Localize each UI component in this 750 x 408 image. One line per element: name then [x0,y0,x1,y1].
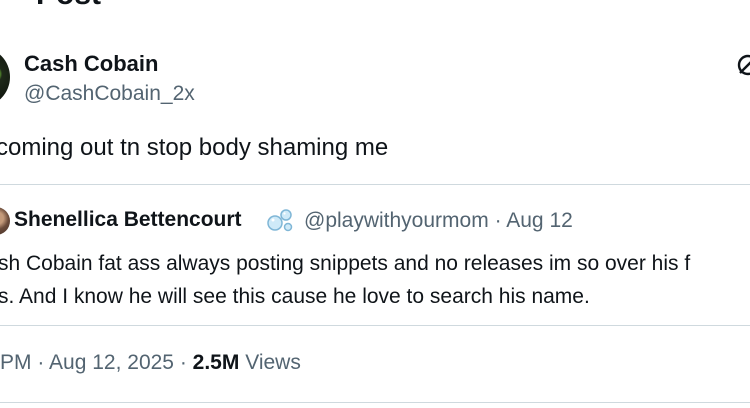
author-name[interactable]: Cash Cobain [24,51,158,77]
views-label[interactable]: Views [245,351,301,374]
views-count[interactable]: 2.5M [193,351,240,374]
quoted-author-handle: @playwithyourmom [304,209,489,232]
quoted-post-meta: @playwithyourmom · Aug 12 [304,209,573,233]
divider [0,402,750,403]
post-text: coming out tn stop body shaming me [0,134,389,161]
grok-icon[interactable] [735,52,750,78]
post-time[interactable]: PM [0,351,32,374]
post-detail-page: Post Cash Cobain @CashCobain_2x coming o… [0,0,750,408]
post-timestamp-row: PM · Aug 12, 2025 · 2.5M Views [0,351,301,375]
author-handle[interactable]: @CashCobain_2x [24,82,195,106]
post-date[interactable]: Aug 12, 2025 [49,351,174,374]
bubbles-icon [267,209,293,232]
quoted-post-date: Aug 12 [506,209,573,232]
timestamp-separator: · [179,351,187,374]
meta-separator: · [494,209,502,232]
timestamp-separator: · [37,351,45,374]
page-title: Post [36,0,101,12]
quoted-post-text-line: s. And I know he will see this cause he … [0,285,590,308]
quoted-post-text: sh Cobain fat ass always posting snippet… [0,247,690,313]
quoted-author-name: Shenellica Bettencourt [14,208,242,231]
quoted-post-text-line: sh Cobain fat ass always posting snippet… [0,252,691,275]
author-avatar[interactable] [0,47,10,107]
